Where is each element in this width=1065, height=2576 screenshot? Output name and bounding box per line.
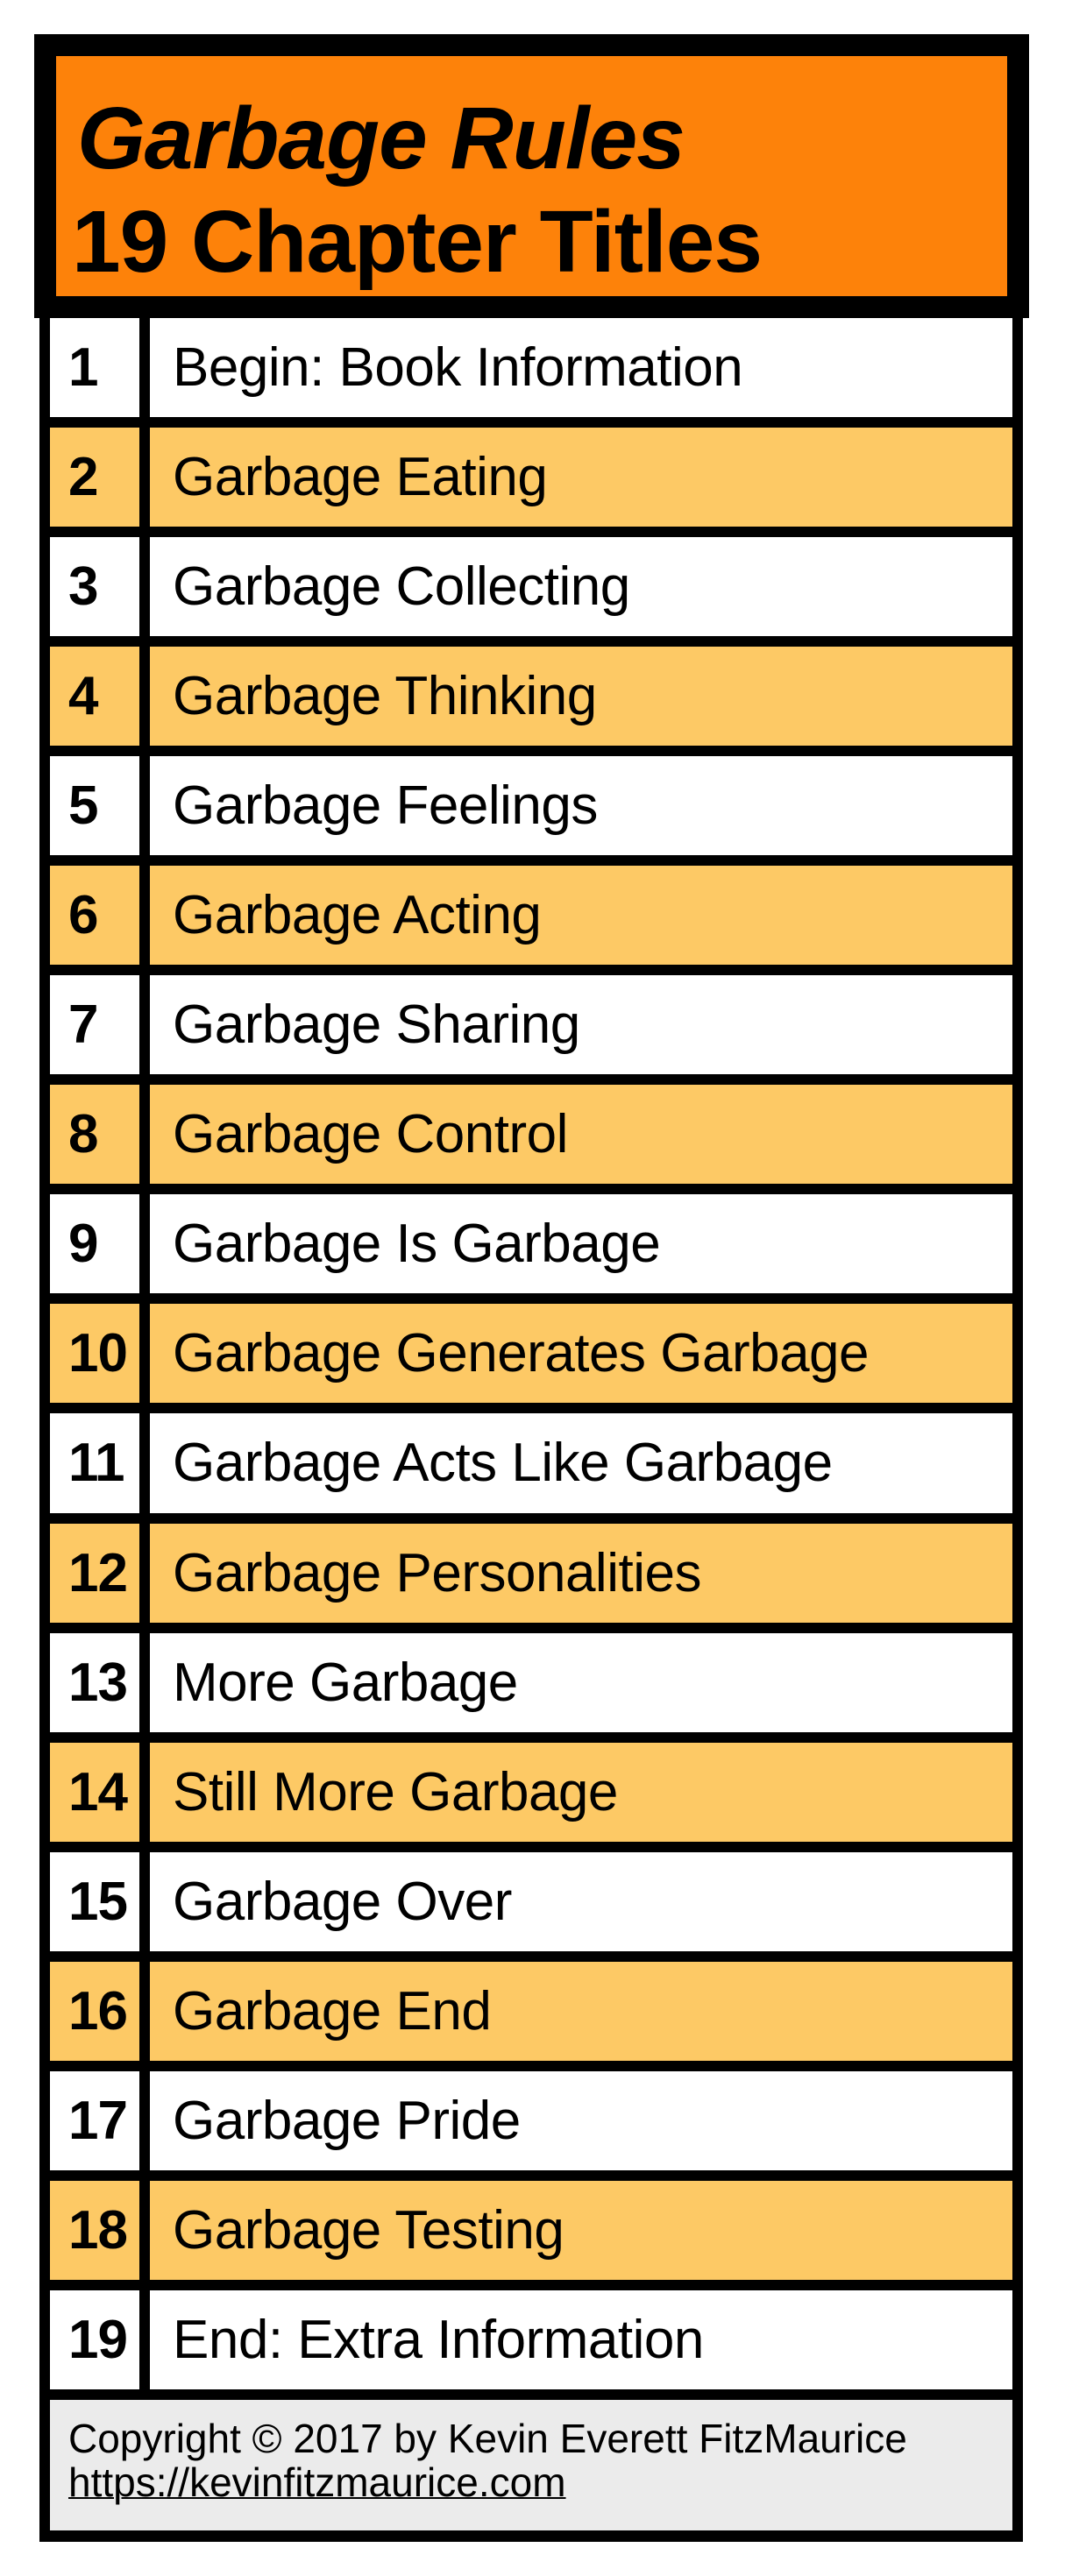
chapter-row: 15 Garbage Over [50, 1851, 1012, 1962]
chapter-title: Still More Garbage [150, 1742, 1012, 1842]
chapter-row: 1 Begin: Book Information [50, 318, 1012, 428]
chapter-number: 5 [50, 756, 150, 856]
chapter-number: 14 [50, 1742, 150, 1842]
chapter-row: 14 Still More Garbage [50, 1742, 1012, 1852]
chapter-number: 3 [50, 537, 150, 637]
chapter-title: Garbage Eating [150, 428, 1012, 527]
chapter-row: 5 Garbage Feelings [50, 756, 1012, 867]
chapter-title: Garbage End [150, 1961, 1012, 2061]
chapter-row: 16 Garbage End [50, 1961, 1012, 2071]
chapter-row: 7 Garbage Sharing [50, 975, 1012, 1086]
chapter-number: 8 [50, 1085, 150, 1185]
chapter-title: Begin: Book Information [150, 318, 1012, 418]
chapter-row: 10 Garbage Generates Garbage [50, 1304, 1012, 1414]
chapter-row: 2 Garbage Eating [50, 428, 1012, 538]
banner-subtitle: 19 Chapter Titles [72, 193, 763, 291]
chapter-row: 18 Garbage Testing [50, 2180, 1012, 2290]
title-banner: Garbage Rules 19 Chapter Titles [34, 34, 1029, 318]
chapter-number: 2 [50, 428, 150, 527]
chapter-title: Garbage Testing [150, 2180, 1012, 2280]
chapter-row: 13 More Garbage [50, 1632, 1012, 1743]
chapter-row: 8 Garbage Control [50, 1085, 1012, 1195]
chapter-row: 11 Garbage Acts Like Garbage [50, 1413, 1012, 1524]
chapter-title: End: Extra Information [150, 2289, 1012, 2389]
chapter-title: Garbage Pride [150, 2070, 1012, 2170]
copyright-text: Copyright © 2017 by Kevin Everett FitzMa… [68, 2415, 907, 2461]
chapter-number: 10 [50, 1304, 150, 1404]
chapter-number: 15 [50, 1851, 150, 1951]
chapter-row: 6 Garbage Acting [50, 866, 1012, 976]
chapter-row: 3 Garbage Collecting [50, 537, 1012, 648]
chapter-title: Garbage Generates Garbage [150, 1304, 1012, 1404]
chapter-title: Garbage Feelings [150, 756, 1012, 856]
chapter-row: 17 Garbage Pride [50, 2070, 1012, 2181]
chapter-number: 7 [50, 975, 150, 1075]
chapter-number: 19 [50, 2289, 150, 2389]
chapter-title: Garbage Sharing [150, 975, 1012, 1075]
chapter-title: Garbage Acts Like Garbage [150, 1413, 1012, 1513]
chapter-row: 12 Garbage Personalities [50, 1523, 1012, 1633]
chapter-row: 4 Garbage Thinking [50, 647, 1012, 757]
chapter-number: 9 [50, 1194, 150, 1294]
chapter-number: 12 [50, 1523, 150, 1623]
chapter-row: 9 Garbage Is Garbage [50, 1194, 1012, 1305]
chapter-title: Garbage Is Garbage [150, 1194, 1012, 1294]
book-title: Garbage Rules [77, 89, 685, 188]
chapter-number: 17 [50, 2070, 150, 2170]
chapter-title: Garbage Personalities [150, 1523, 1012, 1623]
chapter-number: 13 [50, 1632, 150, 1732]
website-link[interactable]: https://kevinfitzmaurice.com [68, 2460, 566, 2505]
chapter-number: 11 [50, 1413, 150, 1513]
chapter-number: 4 [50, 647, 150, 747]
chapter-number: 18 [50, 2180, 150, 2280]
chapter-title: Garbage Collecting [150, 537, 1012, 637]
chapter-title: Garbage Thinking [150, 647, 1012, 747]
copyright-footer: Copyright © 2017 by Kevin Everett FitzMa… [50, 2399, 1012, 2542]
chapter-title: Garbage Acting [150, 866, 1012, 966]
chapter-title: Garbage Over [150, 1851, 1012, 1951]
chapter-number: 1 [50, 318, 150, 418]
chapter-number: 6 [50, 866, 150, 966]
chapter-number: 16 [50, 1961, 150, 2061]
chapter-table: 1 Begin: Book Information 2 Garbage Eating 3… [39, 318, 1023, 2542]
chapter-title: Garbage Control [150, 1085, 1012, 1185]
chapter-rows: 1 Begin: Book Information 2 Garbage Eating 3… [50, 318, 1012, 2400]
chapter-title: More Garbage [150, 1632, 1012, 1732]
chapter-row: 19 End: Extra Information [50, 2289, 1012, 2400]
